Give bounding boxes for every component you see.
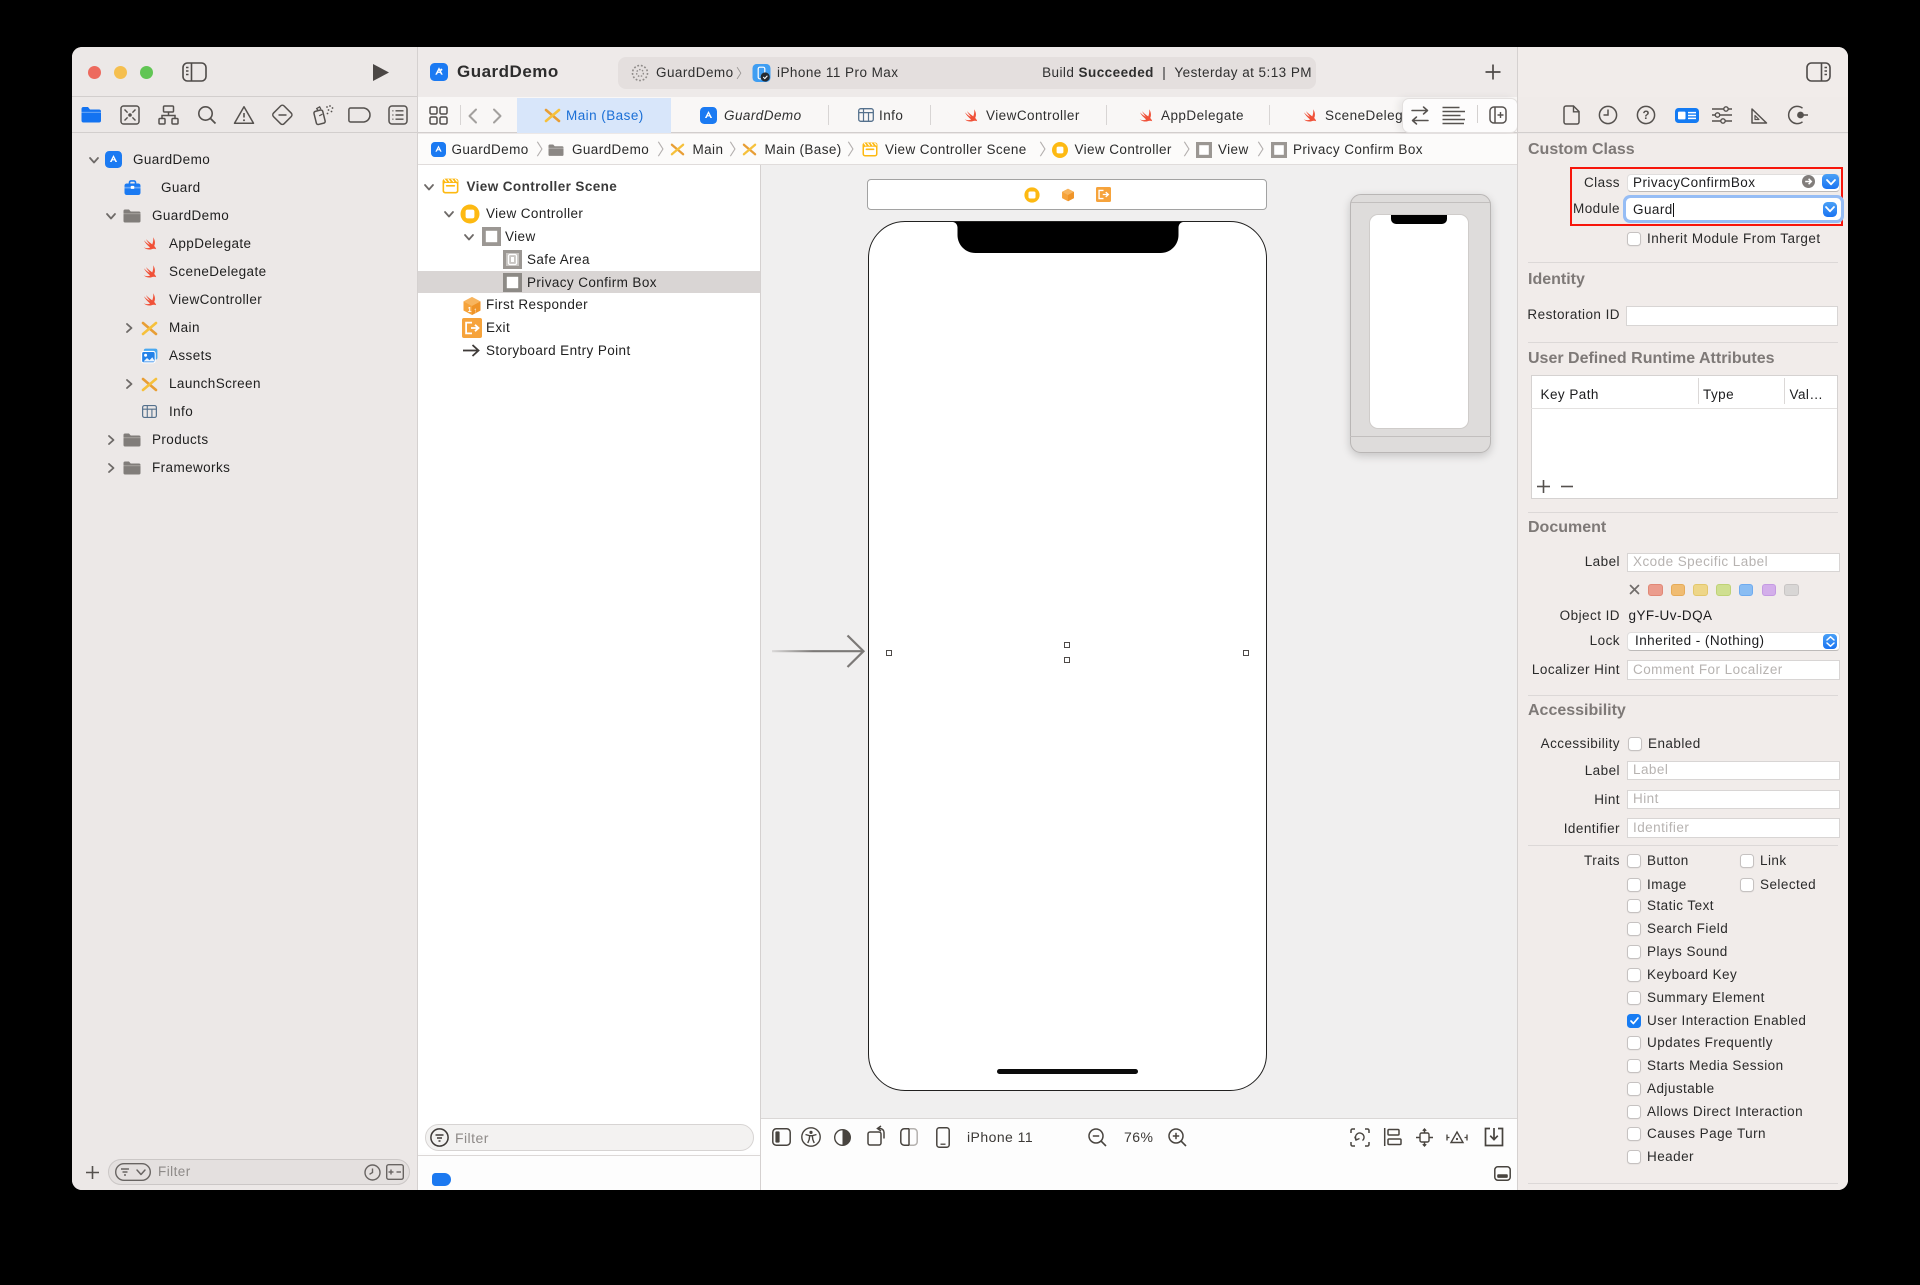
svg-text:?: ? <box>1642 110 1649 122</box>
svg-text:↑: ↑ <box>474 308 478 315</box>
svg-text:1: 1 <box>468 307 472 314</box>
